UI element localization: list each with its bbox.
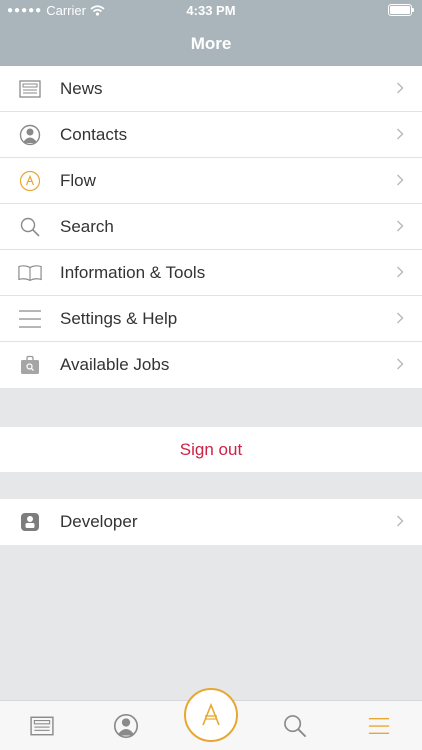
developer-icon (18, 511, 42, 533)
menu-item-label: Contacts (60, 125, 128, 144)
nav-header: ●●●●● Carrier 4:33 PM More (0, 0, 422, 66)
newspaper-icon (18, 78, 42, 100)
tab-flow[interactable] (184, 688, 238, 742)
menu-item-news[interactable]: News (0, 66, 422, 112)
tab-contacts[interactable] (111, 711, 141, 741)
tab-news[interactable] (27, 711, 57, 741)
chevron-right-icon (397, 220, 404, 232)
menu-item-settings-help[interactable]: Settings & Help (0, 296, 422, 342)
menu-item-label: Information & Tools (60, 263, 206, 282)
contacts-icon (18, 124, 42, 146)
search-icon (284, 715, 307, 738)
menu-item-label: Search (60, 217, 114, 236)
menu-item-label: Flow (60, 171, 96, 190)
flow-logo-icon (18, 170, 42, 192)
search-icon (18, 216, 42, 238)
chevron-right-icon (397, 82, 404, 94)
more-menu-list: News Contacts Flow Search Information & … (0, 66, 422, 388)
chevron-right-icon (397, 266, 404, 278)
chevron-right-icon (397, 358, 404, 370)
page-title: More (190, 34, 232, 53)
status-time: 4:33 PM (186, 3, 236, 18)
newspaper-icon (30, 716, 54, 736)
chevron-right-icon (397, 128, 404, 140)
sign-out-button[interactable]: Sign out (0, 427, 422, 472)
status-bar: ●●●●● Carrier 4:33 PM (0, 0, 422, 22)
developer-list: Developer (0, 499, 422, 545)
menu-lines-icon (368, 717, 390, 735)
menu-item-label: Available Jobs (60, 355, 170, 374)
tab-bar (0, 688, 422, 750)
menu-item-flow[interactable]: Flow (0, 158, 422, 204)
flow-logo-icon (202, 702, 220, 726)
book-icon (18, 262, 42, 284)
chevron-right-icon (397, 515, 404, 527)
menu-item-search[interactable]: Search (0, 204, 422, 250)
menu-item-label: News (60, 79, 103, 98)
menu-item-information-tools[interactable]: Information & Tools (0, 250, 422, 296)
tab-search[interactable] (280, 711, 310, 741)
menu-item-label: Settings & Help (60, 309, 178, 328)
jobs-bag-icon (18, 354, 42, 376)
menu-item-label: Developer (60, 512, 138, 531)
battery-icon (388, 4, 414, 16)
menu-item-contacts[interactable]: Contacts (0, 112, 422, 158)
chevron-right-icon (397, 312, 404, 324)
menu-item-available-jobs[interactable]: Available Jobs (0, 342, 422, 388)
menu-lines-icon (18, 308, 42, 330)
menu-item-developer[interactable]: Developer (0, 499, 422, 545)
tab-more[interactable] (364, 711, 394, 741)
chevron-right-icon (397, 174, 404, 186)
contacts-icon (113, 713, 139, 739)
